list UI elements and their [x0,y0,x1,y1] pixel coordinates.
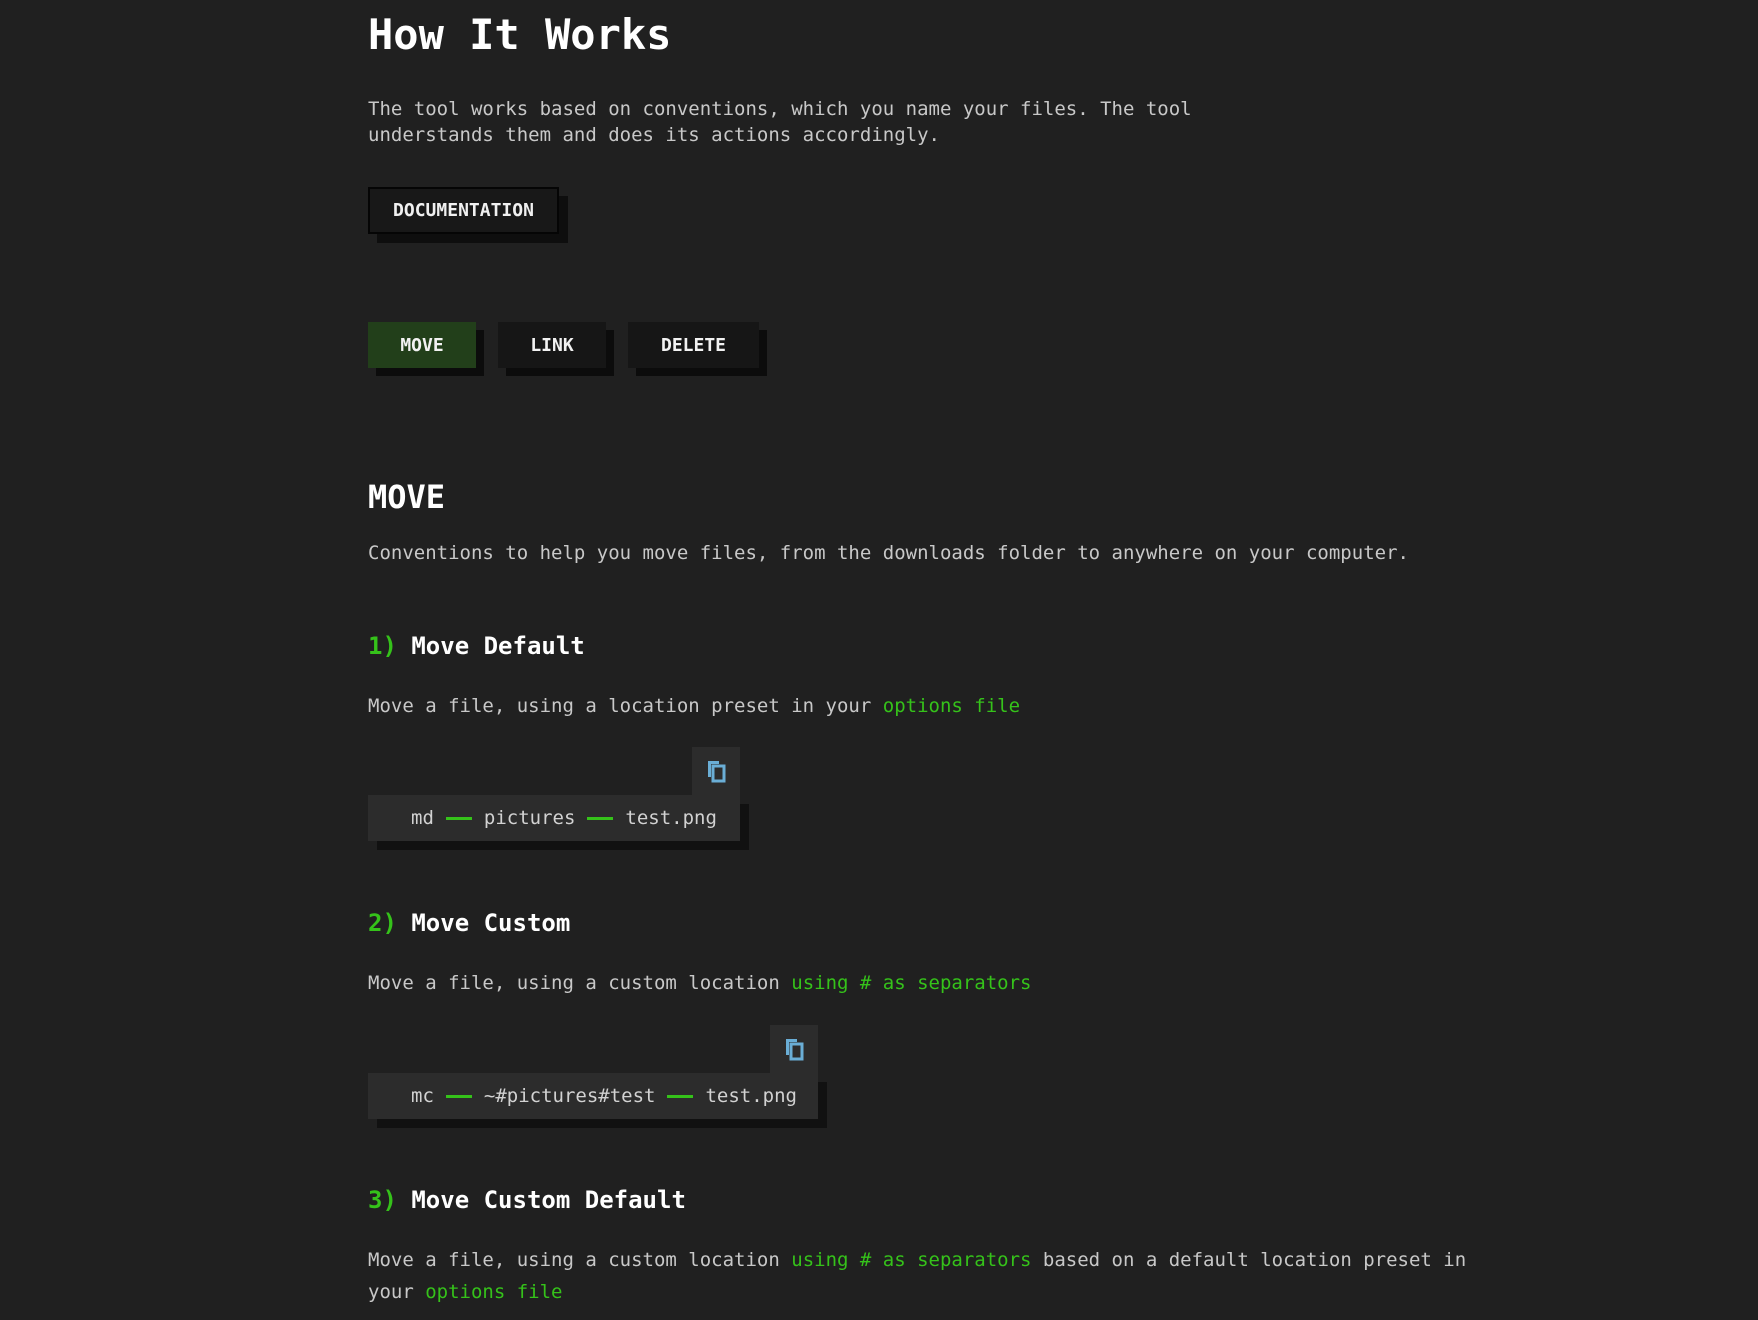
move-custom-heading: 2) Move Custom [368,909,570,937]
separator-dash [587,816,614,820]
copy-button[interactable] [692,747,740,795]
code-filename: test.png [705,1085,797,1107]
move-custom-default-heading: 3) Move Custom Default [368,1186,686,1214]
move-custom-default-description: Move a file, using a custom location usi… [368,1244,1478,1308]
intro-line-1: The tool works based on conventions, whi… [368,98,1192,120]
copy-icon [708,761,726,783]
documentation-button[interactable]: DOCUMENTATION [368,187,559,234]
item-number: 3) [368,1186,397,1214]
code-argument: ~#pictures#test [483,1085,656,1107]
options-file-link[interactable]: options file [883,695,1020,717]
copy-icon [786,1039,804,1061]
item-title: Move Custom [411,909,571,937]
section-title: MOVE [368,478,446,516]
description-text: Move a file, using a custom location [368,1249,792,1271]
separator-dash [445,1094,472,1098]
item-title: Move Custom Default [411,1186,686,1214]
separator-dash [445,816,472,820]
item-title: Move Default [411,632,585,660]
tab-move[interactable]: MOVE [368,322,476,368]
item-number: 1) [368,632,397,660]
code-argument: pictures [483,807,576,829]
options-file-link[interactable]: options file [425,1281,562,1303]
move-default-heading: 1) Move Default [368,632,585,660]
move-default-description: Move a file, using a location preset in … [368,690,1478,722]
copy-button[interactable] [770,1025,818,1073]
code-command: md [411,807,434,829]
code-box: mc ~#pictures#test test.png [368,1073,818,1119]
description-text: Move a file, using a custom location [368,972,792,994]
separator-dash [667,1094,694,1098]
code-command: mc [411,1085,434,1107]
description-text: Move a file, using a location preset in … [368,695,883,717]
page-title: How It Works [368,10,672,59]
section-description: Conventions to help you move files, from… [368,542,1409,564]
separators-link[interactable]: using # as separators [791,1249,1031,1271]
code-box: md pictures test.png [368,795,740,841]
tab-delete[interactable]: DELETE [628,322,759,368]
move-custom-description: Move a file, using a custom location usi… [368,967,1478,999]
separators-link[interactable]: using # as separators [791,972,1031,994]
intro-line-2: understands them and does its actions ac… [368,124,940,146]
item-number: 2) [368,909,397,937]
tab-link[interactable]: LINK [498,322,606,368]
intro-text: The tool works based on conventions, whi… [368,96,1208,148]
code-filename: test.png [625,807,717,829]
